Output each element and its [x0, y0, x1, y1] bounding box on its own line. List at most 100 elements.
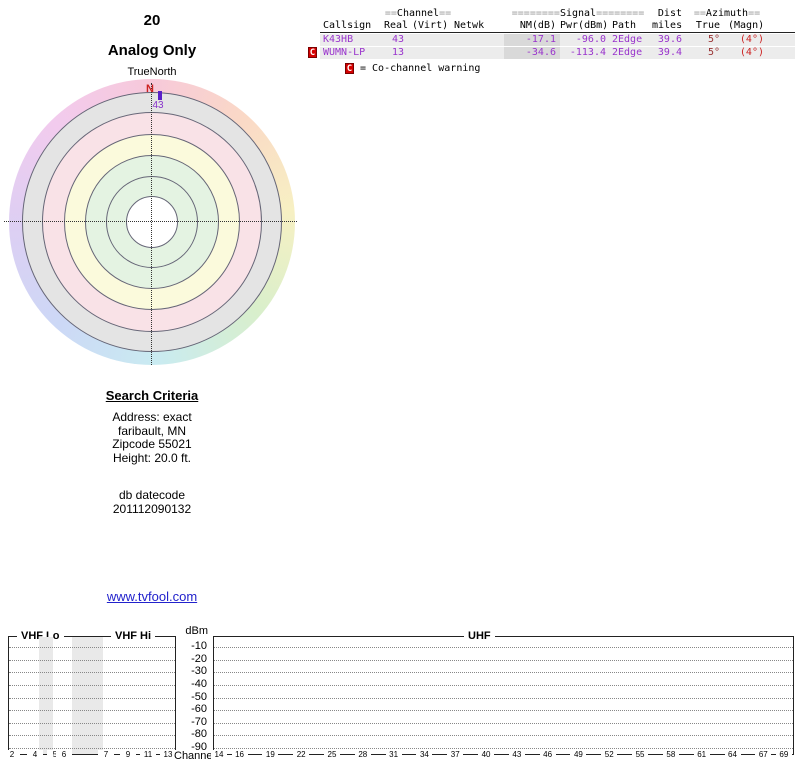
channel-tick-label: 49 [570, 750, 587, 759]
col-header-netwk: Netwk [454, 20, 485, 31]
cell-miles: 39.6 [657, 34, 682, 45]
dbm-tick-label: -20 [191, 652, 207, 665]
cell-virt [410, 34, 452, 46]
channel-tick-label: 46 [539, 750, 556, 759]
radar-center-circle [126, 196, 178, 248]
col-header-magn: (Magn) [728, 20, 765, 31]
compass-north-label: N [146, 83, 154, 95]
group-header-azimuth: ==Azimuth== [693, 8, 761, 19]
station-table: ==Channel== ========Signal======== Dist … [308, 8, 795, 74]
gridline [9, 672, 175, 674]
dbm-tick-label: -30 [191, 665, 207, 678]
table-column-header-row: Callsign Real (Virt) Netwk NM(dB) Pwr(dB… [308, 20, 795, 33]
channel-tick-label: 31 [385, 750, 402, 759]
db-datecode-value: 201112090132 [112, 501, 192, 516]
col-header-pwr: Pwr(dBm) [560, 20, 609, 31]
gridline [214, 659, 793, 661]
gridline [214, 672, 793, 674]
vhf-shaded-band [39, 637, 53, 754]
search-address-line: Address: exact [112, 410, 192, 424]
channel-tick-label: 55 [632, 750, 649, 759]
cell-netwk [452, 47, 504, 59]
channel-count-title: 20 [143, 12, 161, 29]
uhf-signal-panel: UHF 14 16 19 22 25 28 31 34 37 40 43 46 49 52 55 58 61 64… [211, 630, 794, 759]
channel-tick-label: 58 [662, 750, 679, 759]
table-row: C WUMN-LP 13 -34.6 -113.4 2Edge 39.4 5° … [308, 47, 795, 59]
channel-tick-label: 28 [354, 750, 371, 759]
cell-azimuth-true: 5° [707, 47, 720, 58]
cell-nm: -34.6 [504, 47, 560, 59]
search-zipcode-line: Zipcode 55021 [112, 437, 192, 451]
channel-tick-label: 19 [262, 750, 279, 759]
cell-azimuth-magn: (4°) [739, 47, 764, 58]
radar-crosshair-vertical [151, 83, 152, 365]
channel-tick-label: 16 [231, 750, 248, 759]
dbm-axis-ticks: -10 -20 -30 -40 -50 -60 -70 -80 -90 [175, 636, 208, 755]
cell-azimuth-true: 5° [707, 34, 720, 45]
cell-pwr: -113.4 [569, 47, 606, 58]
dbm-tick-label: -10 [191, 640, 207, 652]
channel-tick-label: 6 [56, 750, 72, 759]
cell-miles: 39.4 [657, 47, 682, 58]
group-header-signal: ========Signal======== [511, 8, 645, 19]
gridline [9, 697, 175, 699]
col-header-callsign: Callsign [323, 20, 372, 31]
gridline [214, 722, 793, 724]
search-height-line: Height: 20.0 ft. [112, 450, 192, 465]
gridline [9, 722, 175, 724]
mode-title: Analog Only [107, 42, 197, 59]
gridline [9, 748, 175, 749]
db-datecode-label: db datecode [118, 488, 186, 502]
channel-tick-label: 61 [693, 750, 710, 759]
cell-real: 43 [391, 34, 404, 45]
channel-tick-label: 25 [323, 750, 340, 759]
dbm-tick-label: -60 [191, 703, 207, 716]
channel-axis-title: Channel [174, 750, 215, 762]
channel-tick-label: 37 [447, 750, 464, 759]
channel-tick-label: 11 [140, 750, 156, 759]
col-header-path: Path [612, 20, 637, 31]
dbm-tick-label: -40 [191, 677, 207, 690]
site-link-wrap: www.tvfool.com [27, 589, 277, 604]
channel-tick-label: 52 [601, 750, 618, 759]
col-header-miles: miles [652, 20, 683, 31]
gridline [214, 647, 793, 648]
group-header-channel: ==Channel== [384, 8, 452, 19]
channel-tick-label: 64 [724, 750, 741, 759]
col-header-real: Real [384, 20, 409, 31]
vhf-shaded-band [72, 637, 104, 754]
cell-path: 2Edge [612, 34, 643, 45]
cell-real: 13 [391, 47, 404, 58]
search-criteria-title: Search Criteria [105, 388, 199, 403]
search-criteria: Search Criteria Address: exact faribault… [27, 388, 277, 516]
channel-tick-label: 9 [120, 750, 136, 759]
cell-pwr: -96.0 [575, 34, 606, 45]
cell-netwk [452, 34, 504, 46]
col-header-nm: NM(dB) [519, 20, 556, 31]
channel-tick-label: 22 [293, 750, 310, 759]
col-header-virt: (Virt) [412, 20, 449, 31]
channel-tick-label: 67 [755, 750, 772, 759]
co-channel-warning-icon: C [345, 63, 354, 74]
table-legend: C = Co-channel warning [345, 63, 795, 74]
gridline [214, 735, 793, 737]
tvfool-report: 20 Analog Only TrueNorth N 43 ==Channel=… [0, 0, 800, 768]
col-header-true: True [695, 20, 720, 31]
channel-tick-label: 40 [478, 750, 495, 759]
search-city-line: faribault, MN [117, 423, 187, 438]
gridline [9, 684, 175, 686]
co-channel-warning-icon: C [308, 47, 317, 58]
channel-tick-label: 14 [211, 750, 227, 759]
channel-tick-label: 4 [27, 750, 43, 759]
vhf-hi-label: VHF Hi [111, 630, 156, 642]
station-azimuth-marker [158, 91, 162, 100]
vhf-signal-panel: VHF Lo VHF Hi 2 4 5 6 7 9 11 13 [4, 630, 176, 759]
table-group-header-row: ==Channel== ========Signal======== Dist … [308, 8, 795, 20]
cell-path: 2Edge [612, 47, 643, 58]
gridline [214, 697, 793, 699]
tvfool-link[interactable]: www.tvfool.com [107, 589, 197, 604]
dbm-tick-label: -70 [191, 715, 207, 728]
dbm-tick-label: -50 [191, 690, 207, 703]
gridline [214, 748, 793, 749]
channel-tick-label: 69 [775, 750, 792, 759]
